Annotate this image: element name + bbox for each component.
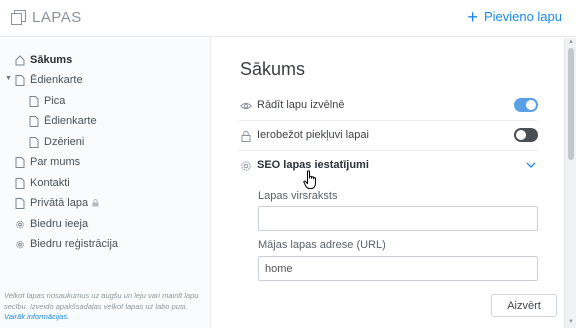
more-info-link[interactable]: Vairāk informācijas. [4, 312, 69, 321]
gear-icon [16, 240, 24, 248]
sidebar-item-label: Ēdienkarte [30, 74, 83, 86]
sidebar-item-par-mums[interactable]: Par mums [15, 153, 80, 171]
page-icon [15, 197, 25, 209]
seo-settings-header[interactable]: SEO lapas iestatījumi [238, 151, 538, 181]
sidebar-item-sakums[interactable]: Sākums [15, 51, 72, 69]
url-field-label: Mājas lapas adrese (URL) [258, 239, 386, 251]
help-note-text: Velkot lapas nosaukumus uz augšu un leju… [4, 291, 199, 311]
page-icon [15, 156, 25, 168]
show-in-menu-toggle[interactable] [514, 98, 538, 112]
add-page-label: Pievieno lapu [483, 9, 562, 24]
scroll-up-arrow-icon[interactable]: ▲ [568, 39, 574, 45]
lock-icon [92, 199, 99, 207]
sidebar-item-label: Kontakti [30, 177, 70, 189]
sidebar-item-label: Sākums [30, 54, 73, 66]
page-icon [29, 95, 39, 107]
eye-icon [240, 102, 252, 110]
vertical-scrollbar[interactable]: ▲ ▼ [564, 38, 576, 328]
sidebar-item-label: Ēdienkarte [44, 115, 97, 127]
show-in-menu-row: Rādīt lapu izvēlnē [238, 91, 538, 121]
top-bar: LAPAS + Pievieno lapu [0, 0, 576, 37]
restrict-access-label: Ierobežot piekļuvi lapai [257, 129, 369, 141]
sidebar-item-pica[interactable]: Pica [29, 92, 65, 110]
plus-icon: + [467, 6, 478, 27]
page-title: Sākums [240, 59, 306, 79]
sidebar-item-biedru-registracija[interactable]: Biedru reģistrācija [15, 235, 118, 253]
page-title-input[interactable] [258, 206, 538, 231]
close-button[interactable]: Aizvērt [491, 294, 557, 317]
scroll-down-arrow-icon[interactable]: ▼ [568, 319, 574, 325]
sidebar-item-label: Privātā lapa [30, 197, 89, 209]
gear-icon [241, 161, 251, 171]
restrict-access-toggle[interactable] [514, 128, 538, 142]
lock-icon [241, 130, 251, 142]
chevron-down-icon[interactable] [526, 161, 536, 169]
url-input[interactable] [258, 256, 538, 281]
home-icon [15, 54, 25, 65]
restrict-access-row: Ierobežot piekļuvi lapai [238, 121, 538, 151]
pages-sidebar: Sākums ▼ Ēdienkarte Pica Ēdienkarte Dzēr… [0, 38, 211, 328]
pages-stack-icon [11, 10, 26, 25]
sidebar-item-kontakti[interactable]: Kontakti [15, 174, 70, 192]
sidebar-item-edienkarte-sub[interactable]: Ēdienkarte [29, 112, 97, 130]
add-page-button[interactable]: + Pievieno lapu [467, 6, 562, 27]
sidebar-item-biedru-ieeja[interactable]: Biedru ieeja [15, 215, 88, 233]
page-title-field-label: Lapas virsraksts [258, 190, 338, 202]
page-icon [15, 74, 25, 86]
show-in-menu-label: Rādīt lapu izvēlnē [257, 99, 345, 111]
sidebar-item-edienkarte[interactable]: ▼ Ēdienkarte [5, 71, 83, 89]
sidebar-item-dzerieni[interactable]: Dzērieni [29, 133, 84, 151]
gear-icon [16, 220, 24, 228]
caret-down-icon[interactable]: ▼ [5, 75, 12, 82]
scrollbar-thumb[interactable] [568, 48, 574, 160]
section-title: LAPAS [32, 9, 82, 26]
sidebar-item-label: Biedru ieeja [30, 218, 89, 230]
sidebar-item-label: Pica [44, 95, 66, 107]
page-settings-panel: Sākums Rādīt lapu izvēlnē Ierobežot piek… [212, 38, 564, 328]
sidebar-item-label: Par mums [30, 156, 81, 168]
sidebar-item-label: Biedru reģistrācija [30, 238, 119, 250]
page-icon [29, 115, 39, 127]
hand-cursor-icon [303, 170, 316, 189]
sidebar-help-note: Velkot lapas nosaukumus uz augšu un leju… [4, 291, 204, 323]
page-icon [29, 136, 39, 148]
sidebar-item-label: Dzērieni [44, 136, 85, 148]
sidebar-item-privata-lapa[interactable]: Privātā lapa [15, 194, 99, 212]
page-icon [15, 177, 25, 189]
